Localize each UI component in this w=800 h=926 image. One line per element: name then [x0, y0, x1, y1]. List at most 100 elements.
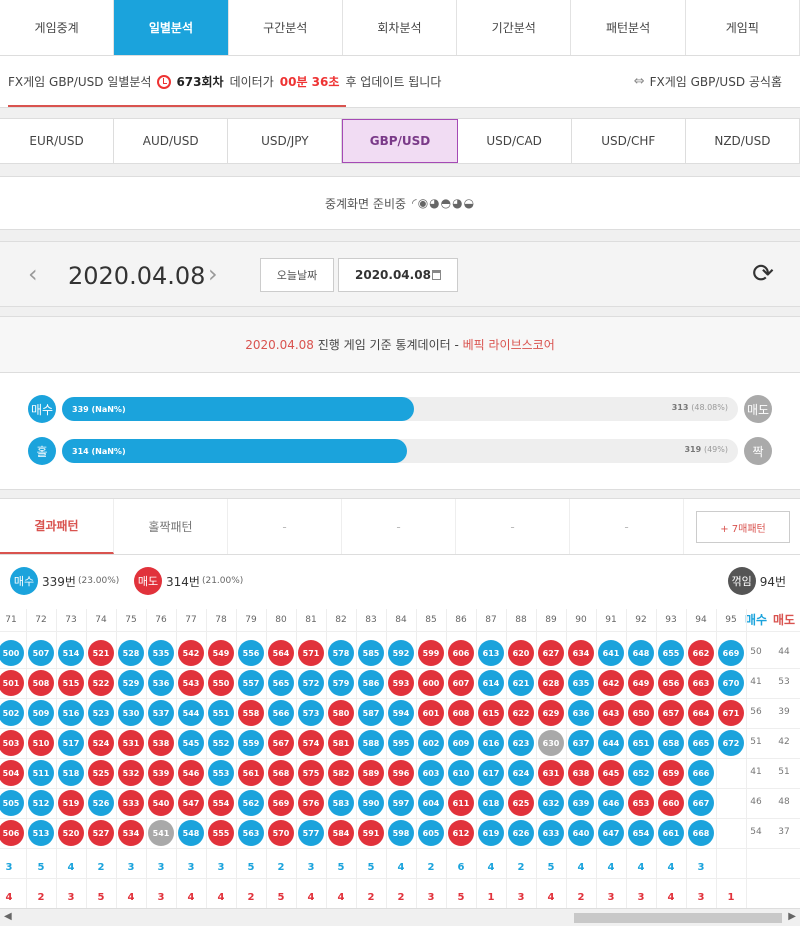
result-circle: 519: [58, 790, 84, 816]
row-sell-count: 42: [778, 737, 790, 747]
result-circle: 666: [688, 760, 714, 786]
buy-streak-count: 4: [637, 862, 645, 873]
tab-7[interactable]: 게임픽: [686, 0, 800, 55]
horizontal-scrollbar[interactable]: ◀ ▶: [0, 908, 800, 926]
column-header: 81: [305, 615, 317, 625]
stats-title-date: 2020.04.08: [245, 337, 314, 352]
result-circle: 588: [358, 730, 384, 756]
sell-streak-count: 4: [667, 892, 675, 903]
official-link-label[interactable]: FX게임 GBP/USD 공식홈: [650, 73, 782, 90]
result-circle: 507: [28, 640, 54, 666]
result-circle: 515: [58, 670, 84, 696]
result-circle: 620: [508, 640, 534, 666]
official-link[interactable]: ⇔ FX게임 GBP/USD 공식홈: [634, 73, 782, 90]
grid-divider: [326, 609, 327, 909]
pattern-tab-1[interactable]: 결과패턴: [0, 499, 114, 554]
date-picker-value: 2020.04.08: [355, 268, 431, 282]
result-circle: 628: [538, 670, 564, 696]
result-circle: 522: [88, 670, 114, 696]
pair-tab-2[interactable]: AUD/USD: [114, 119, 229, 163]
column-header: 82: [335, 615, 347, 625]
grid-divider: [416, 609, 417, 909]
tab-4[interactable]: 회차분석: [343, 0, 458, 55]
result-circle: 557: [238, 670, 264, 696]
result-circle: 555: [208, 820, 234, 846]
result-circle: 636: [568, 700, 594, 726]
calendar-icon: [432, 270, 441, 280]
row-sell-count: 51: [778, 767, 790, 777]
result-circle: 635: [568, 670, 594, 696]
pair-tab-1[interactable]: EUR/USD: [0, 119, 115, 163]
grid-divider: [716, 609, 717, 909]
result-circle: 632: [538, 790, 564, 816]
date-picker-field[interactable]: 2020.04.08: [338, 258, 458, 292]
result-circle: 604: [418, 790, 444, 816]
result-circle: 536: [148, 670, 174, 696]
data-label: 데이터가: [229, 75, 274, 89]
result-circle: 562: [238, 790, 264, 816]
buy-streak-count: 4: [397, 862, 405, 873]
today-button[interactable]: 오늘날짜: [260, 258, 334, 292]
result-circle: 592: [388, 640, 414, 666]
result-circle: 568: [268, 760, 294, 786]
stat-left-badge: 홀: [28, 437, 56, 465]
pair-tab-3[interactable]: USD/JPY: [228, 119, 343, 163]
result-circle: 531: [118, 730, 144, 756]
sell-legend: 매도 314번 (21.00%): [134, 567, 243, 595]
result-circle: 596: [388, 760, 414, 786]
pair-tab-5[interactable]: USD/CAD: [458, 119, 572, 163]
result-circle: 615: [478, 700, 504, 726]
result-circle: 623: [508, 730, 534, 756]
result-circle: 546: [178, 760, 204, 786]
sell-streak-count: 5: [457, 892, 465, 903]
pair-tab-7[interactable]: NZD/USD: [686, 119, 800, 163]
next-date-icon[interactable]: ›: [208, 260, 218, 288]
column-header: 73: [65, 615, 77, 625]
pair-tab-4[interactable]: GBP/USD: [342, 119, 458, 163]
result-circle: 595: [388, 730, 414, 756]
pattern-tab-6[interactable]: -: [570, 499, 684, 554]
result-circle: 529: [118, 670, 144, 696]
scroll-left-icon[interactable]: ◀: [4, 911, 12, 922]
tab-5[interactable]: 기간분석: [457, 0, 572, 55]
column-header: 85: [425, 615, 437, 625]
buy-count: 339번: [42, 574, 76, 589]
row-buy-count: 56: [750, 707, 762, 717]
result-circle: 554: [208, 790, 234, 816]
tab-6[interactable]: 패턴분석: [571, 0, 686, 55]
buy-streak-count: 3: [157, 862, 165, 873]
scrollbar-thumb[interactable]: [574, 913, 782, 923]
buy-streak-count: 4: [577, 862, 585, 873]
grid-divider: [0, 758, 800, 759]
refresh-icon[interactable]: ⟳: [748, 259, 778, 289]
sell-streak-count: 1: [727, 892, 735, 903]
buy-streak-count: 3: [697, 862, 705, 873]
result-circle: 657: [658, 700, 684, 726]
result-circle: 525: [88, 760, 114, 786]
tab-3[interactable]: 구간분석: [229, 0, 343, 55]
scroll-right-icon[interactable]: ▶: [788, 911, 796, 922]
seven-pattern-button[interactable]: + 7매패턴: [696, 511, 790, 543]
result-circle: 589: [358, 760, 384, 786]
column-header: 74: [95, 615, 107, 625]
result-circle: 580: [328, 700, 354, 726]
pattern-tab-4[interactable]: -: [342, 499, 456, 554]
pattern-tab-2[interactable]: 홀짝패턴: [114, 499, 228, 554]
pattern-tab-5[interactable]: -: [456, 499, 570, 554]
result-circle: 646: [598, 790, 624, 816]
column-header: 80: [275, 615, 287, 625]
tab-2[interactable]: 일별분석: [114, 0, 229, 55]
result-circle: 672: [718, 730, 744, 756]
result-circle: 520: [58, 820, 84, 846]
grid-divider: [26, 609, 27, 909]
result-circle: 533: [118, 790, 144, 816]
buy-streak-count: 5: [247, 862, 255, 873]
prev-date-icon[interactable]: ‹: [28, 260, 38, 288]
tab-1[interactable]: 게임중계: [0, 0, 115, 55]
pattern-tab-3[interactable]: -: [228, 499, 342, 554]
column-header: 76: [155, 615, 167, 625]
column-header: 95: [725, 615, 737, 625]
buy-streak-count: 2: [97, 862, 105, 873]
pair-tab-6[interactable]: USD/CHF: [572, 119, 686, 163]
sell-streak-count: 3: [607, 892, 615, 903]
